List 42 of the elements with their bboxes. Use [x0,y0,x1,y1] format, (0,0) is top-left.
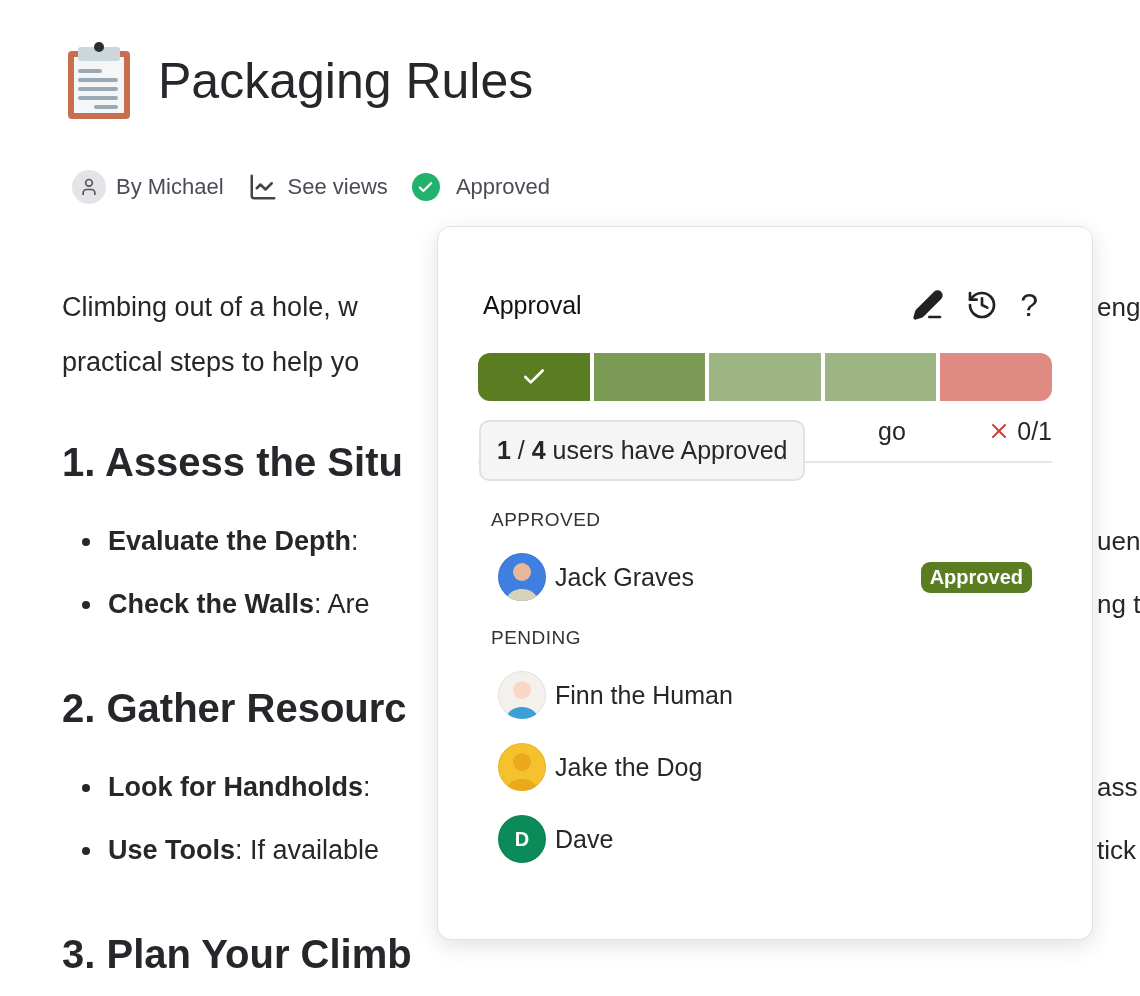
user-name: Dave [555,824,614,854]
user-name: Finn the Human [555,680,733,710]
user-name: Jack Graves [555,562,694,592]
author-link[interactable]: By Michael [116,174,224,200]
edit-icon[interactable] [912,289,945,321]
help-button[interactable]: ? [1020,289,1038,321]
avatar [498,553,546,601]
bullet-text: Evaluate the Depth: [108,526,359,557]
bullet-icon [82,846,90,855]
paragraph-text: practical steps to help yo [62,347,360,378]
status-label: Approved [455,174,551,200]
body-text: ng t [1097,589,1140,620]
tooltip: 1 / 4 users have Approved [479,420,806,481]
bullet-text: Look for Handholds: [108,772,371,803]
avatar: D [498,815,546,863]
section-heading: 2. Gather Resourc [62,685,407,731]
popover-title: Approval [483,290,582,320]
bullet-icon [82,537,90,546]
section-heading: 3. Plan Your Climb [62,931,412,977]
body-text: uen [1097,526,1140,557]
group-heading: PENDING [491,627,583,649]
group-heading: APPROVED [491,509,602,531]
user-icon [72,170,106,204]
views-link[interactable]: See views [287,174,388,200]
page-title: Packaging Rules [158,52,534,110]
summary-text: go [878,416,906,446]
section-heading: 1. Assess the Situ [62,439,403,485]
avatar [498,743,546,791]
check-circle-icon [411,173,440,201]
rejected-count: 0/1 [1017,416,1052,446]
status-badge: Approved [920,561,1032,593]
bullet-icon [82,783,90,792]
body-text: ass [1097,772,1138,803]
body-text: tick [1097,835,1136,866]
avatar [498,671,546,719]
user-name: Jake the Dog [555,752,703,782]
bullet-icon [82,600,90,609]
paragraph-text: Climbing out of a hole, w [62,292,358,323]
bullet-text: Check the Walls: Are [108,589,370,620]
clipboard-icon [66,41,132,121]
body-text: eng [1097,292,1140,323]
bullet-text: Use Tools: If available [108,835,380,866]
